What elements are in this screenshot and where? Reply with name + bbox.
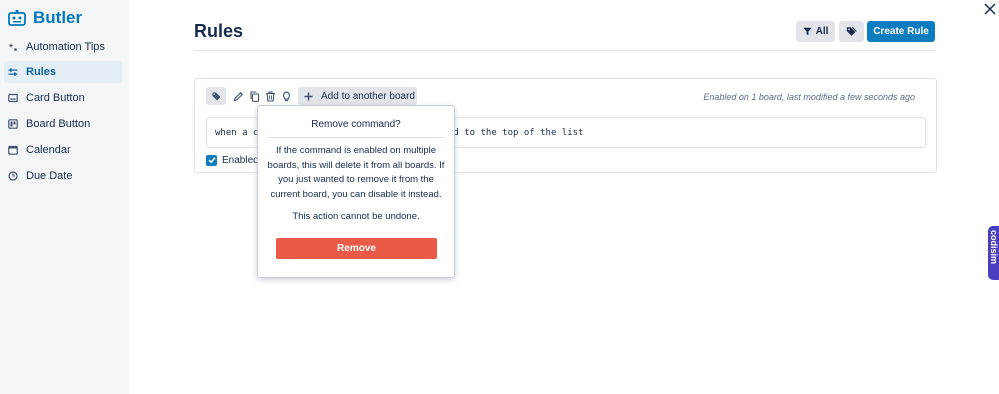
butler-app: Butler Automation Tips Rules Card Button… xyxy=(0,0,999,394)
remove-command-popover: Remove command? If the command is enable… xyxy=(257,105,455,278)
sidebar-item-label: Board Button xyxy=(26,118,91,130)
sidebar-item-label: Card Button xyxy=(26,92,85,104)
rule-meta: Enabled on 1 board, last modified a few … xyxy=(703,92,915,102)
create-rule-button[interactable]: Create Rule xyxy=(867,21,935,42)
edit-rule-button[interactable] xyxy=(231,87,245,105)
remove-button[interactable]: Remove xyxy=(276,238,437,259)
sidebar-item-label: Rules xyxy=(26,66,56,78)
trash-icon xyxy=(265,90,275,102)
popover-warning: This action cannot be undone. xyxy=(292,211,420,222)
filter-icon xyxy=(803,27,812,36)
filter-all-label: All xyxy=(815,26,829,37)
add-board-label: Add to another board xyxy=(321,90,415,102)
copy-rule-button[interactable] xyxy=(247,87,261,105)
checkmark-icon xyxy=(207,157,216,164)
sidebar-item-rules[interactable]: Rules xyxy=(4,61,122,83)
side-widget-label: codisim xyxy=(989,230,999,265)
tag-icon xyxy=(212,92,220,100)
sidebar-item-board-button[interactable]: Board Button xyxy=(4,113,122,135)
rule-tag-button[interactable] xyxy=(206,87,226,105)
popover-message: If the command is enabled on multiple bo… xyxy=(267,145,445,200)
enabled-toggle[interactable]: Enabled xyxy=(206,154,259,166)
calendar-icon xyxy=(8,145,18,155)
sidebar: Butler Automation Tips Rules Card Button… xyxy=(0,0,129,394)
enabled-checkbox[interactable] xyxy=(206,154,217,166)
suggestion-button[interactable] xyxy=(279,87,293,105)
sidebar-item-calendar[interactable]: Calendar xyxy=(4,139,122,161)
sidebar-item-automation-tips[interactable]: Automation Tips xyxy=(4,36,122,58)
page-title: Rules xyxy=(194,21,244,41)
board-icon xyxy=(8,119,18,129)
lightbulb-icon xyxy=(282,91,290,101)
plus-icon xyxy=(304,92,313,100)
sidebar-item-card-button[interactable]: Card Button xyxy=(4,87,122,109)
sidebar-item-label: Automation Tips xyxy=(26,41,105,53)
sidebar-item-due-date[interactable]: Due Date xyxy=(4,165,122,187)
add-to-another-board-button[interactable]: Add to another board xyxy=(298,87,417,105)
tag-filter-button[interactable] xyxy=(839,21,864,42)
sidebar-item-label: Due Date xyxy=(26,170,73,182)
tag-icon xyxy=(846,26,857,36)
header-divider xyxy=(194,50,936,51)
sliders-icon xyxy=(8,67,18,77)
card-icon xyxy=(8,93,18,103)
delete-rule-button[interactable] xyxy=(263,87,277,105)
clock-icon xyxy=(8,171,18,181)
close-icon[interactable] xyxy=(983,2,997,16)
brand-name: Butler xyxy=(33,8,83,27)
popover-title: Remove command? xyxy=(311,119,401,130)
filter-all-button[interactable]: All xyxy=(796,21,835,42)
pencil-icon xyxy=(233,91,243,101)
brand[interactable]: Butler xyxy=(8,8,82,28)
popover-divider xyxy=(268,137,444,138)
copy-icon xyxy=(249,90,259,102)
side-widget-tab[interactable]: codisim xyxy=(988,226,999,280)
enabled-label: Enabled xyxy=(222,154,259,166)
sidebar-item-label: Calendar xyxy=(26,144,71,156)
sparkle-icon xyxy=(8,42,18,52)
butler-robot-icon xyxy=(8,10,26,26)
